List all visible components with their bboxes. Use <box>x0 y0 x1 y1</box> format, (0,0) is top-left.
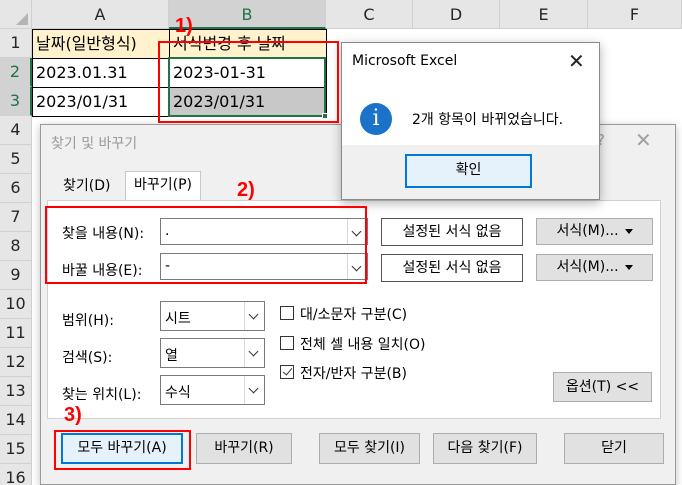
ok-button[interactable]: 확인 <box>405 154 532 188</box>
dialog-title: 찾기 및 바꾸기 <box>51 136 138 152</box>
chevron-down-icon[interactable] <box>244 376 264 404</box>
message-text: 2개 항목이 바뀌었습니다. <box>412 112 564 128</box>
message-box-title: Microsoft Excel <box>352 53 458 69</box>
search-value: 열 <box>165 348 178 364</box>
tab-replace[interactable]: 바꾸기(P) <box>125 171 202 201</box>
find-format-button[interactable]: 서식(M)... <box>536 218 653 245</box>
look-in-label: 찾는 위치(L): <box>62 387 142 403</box>
row-header-14[interactable]: 14 <box>0 406 32 435</box>
info-icon: i <box>360 103 392 135</box>
row-header-9[interactable]: 9 <box>0 261 32 290</box>
replace-button[interactable]: 바꾸기(R) <box>196 433 292 464</box>
close-icon[interactable]: ✕ <box>568 49 585 73</box>
cell-a3[interactable]: 2023/01/31 <box>32 87 170 117</box>
row-header-4[interactable]: 4 <box>0 116 32 145</box>
column-header-c[interactable]: C <box>326 0 413 29</box>
annotation-label-1: 1) <box>175 15 193 37</box>
column-header-e[interactable]: E <box>500 0 588 29</box>
cell-a1[interactable]: 날짜(일반형식) <box>32 29 170 59</box>
replace-format-button[interactable]: 서식(M)... <box>536 254 653 281</box>
row-header-6[interactable]: 6 <box>0 174 32 203</box>
chevron-down-icon[interactable] <box>244 339 264 367</box>
look-in-combo[interactable]: 수식 <box>160 375 265 405</box>
row-header-15[interactable]: 15 <box>0 435 32 464</box>
select-all-corner[interactable] <box>0 0 32 29</box>
row-header-7[interactable]: 7 <box>0 203 32 232</box>
replace-format-button-label: 서식(M)... <box>556 259 619 275</box>
close-icon[interactable]: ✕ <box>635 128 652 152</box>
annotation-label-2: 2) <box>237 179 255 201</box>
match-byte-checkbox[interactable] <box>280 365 294 379</box>
look-in-value: 수식 <box>165 385 191 401</box>
tab-find[interactable]: 찾기(D) <box>55 173 118 201</box>
find-all-button[interactable]: 모두 찾기(I) <box>319 433 420 464</box>
annotation-box-1 <box>158 41 339 123</box>
row-header-8[interactable]: 8 <box>0 232 32 261</box>
column-header-f[interactable]: F <box>588 0 682 29</box>
annotation-label-3: 3) <box>64 404 82 426</box>
row-header-13[interactable]: 13 <box>0 377 32 406</box>
message-box: Microsoft Excel ✕ i 2개 항목이 바뀌었습니다. 확인 <box>341 42 600 200</box>
find-next-button[interactable]: 다음 찾기(F) <box>433 433 537 464</box>
column-header-d[interactable]: D <box>413 0 500 29</box>
chevron-down-icon[interactable] <box>244 302 264 330</box>
match-entire-label[interactable]: 전체 셀 내용 일치(O) <box>300 334 425 354</box>
column-header-a[interactable]: A <box>32 0 169 29</box>
match-byte-label[interactable]: 전자/반자 구분(B) <box>300 363 407 383</box>
cell-a2[interactable]: 2023.01.31 <box>32 58 170 88</box>
search-combo[interactable]: 열 <box>160 338 265 368</box>
within-value: 시트 <box>165 311 191 327</box>
match-case-checkbox[interactable] <box>280 306 294 320</box>
row-header-1[interactable]: 1 <box>0 29 32 58</box>
row-header-16[interactable]: 16 <box>0 464 32 485</box>
within-label: 범위(H): <box>62 313 114 329</box>
message-box-footer: 확인 <box>342 145 599 199</box>
row-header-12[interactable]: 12 <box>0 348 32 377</box>
match-case-label[interactable]: 대/소문자 구분(C) <box>300 304 407 324</box>
within-combo[interactable]: 시트 <box>160 301 265 331</box>
search-label: 검색(S): <box>62 350 113 366</box>
row-header-11[interactable]: 11 <box>0 319 32 348</box>
annotation-box-3 <box>54 430 191 470</box>
row-header-5[interactable]: 5 <box>0 145 32 174</box>
annotation-box-2 <box>45 206 367 284</box>
row-header-3[interactable]: 3 <box>0 87 32 116</box>
dropdown-arrow-icon <box>624 264 633 270</box>
dropdown-arrow-icon <box>624 228 633 234</box>
find-format-preview: 설정된 서식 없음 <box>381 218 523 246</box>
close-button[interactable]: 닫기 <box>564 433 664 464</box>
options-button[interactable]: 옵션(T) << <box>553 372 652 402</box>
find-format-button-label: 서식(M)... <box>556 223 619 239</box>
row-header-10[interactable]: 10 <box>0 290 32 319</box>
row-header-2[interactable]: 2 <box>0 58 32 87</box>
match-entire-checkbox[interactable] <box>280 336 294 350</box>
replace-format-preview: 설정된 서식 없음 <box>381 254 523 282</box>
